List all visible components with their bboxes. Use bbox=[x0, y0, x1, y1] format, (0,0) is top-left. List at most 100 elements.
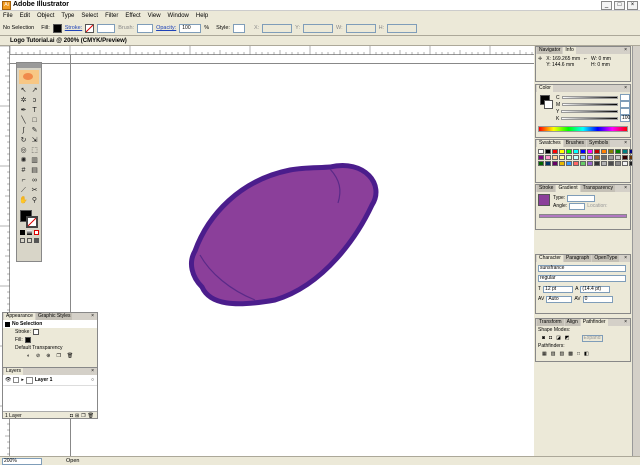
swatch-18[interactable] bbox=[566, 155, 572, 160]
rotate-tool-icon[interactable]: ↻ bbox=[19, 136, 29, 145]
swatch-8[interactable] bbox=[594, 149, 600, 154]
direct-selection-tool-icon[interactable]: ↗ bbox=[30, 86, 40, 95]
menu-select[interactable]: Select bbox=[81, 13, 98, 19]
swatch-4[interactable] bbox=[566, 149, 572, 154]
standard-mode-icon[interactable] bbox=[20, 238, 25, 243]
tab-paragraph[interactable]: Paragraph bbox=[563, 255, 592, 262]
swatch-37[interactable] bbox=[601, 161, 607, 166]
graph-tool-icon[interactable]: ▥ bbox=[30, 156, 40, 165]
slice-tool-icon[interactable]: ⟋ bbox=[19, 186, 29, 195]
new-layer-icon[interactable]: ❐ bbox=[81, 413, 85, 419]
channel-k-field[interactable]: 100 bbox=[620, 115, 630, 122]
swatch-12[interactable] bbox=[622, 149, 628, 154]
purple-shape[interactable] bbox=[180, 155, 390, 315]
delete-layer-icon[interactable]: 🗑 bbox=[88, 413, 94, 419]
stroke-weight-field[interactable] bbox=[97, 23, 116, 33]
swatch-2[interactable] bbox=[552, 149, 558, 154]
tab-brushes[interactable]: Brushes bbox=[563, 140, 587, 147]
swatch-16[interactable] bbox=[552, 155, 558, 160]
w-field[interactable] bbox=[345, 23, 376, 33]
font-style-select[interactable]: regular bbox=[538, 274, 626, 282]
channel-k-slider[interactable] bbox=[561, 117, 618, 120]
swatch-3[interactable] bbox=[559, 149, 565, 154]
toolbox-header[interactable] bbox=[17, 63, 41, 68]
swatch-36[interactable] bbox=[594, 161, 600, 166]
tab-info[interactable]: Info bbox=[563, 47, 576, 54]
swatch-20[interactable] bbox=[580, 155, 586, 160]
shape-path[interactable] bbox=[189, 163, 379, 307]
gradient-mode-icon[interactable] bbox=[27, 230, 32, 235]
swatch-grid[interactable] bbox=[536, 147, 635, 168]
tab-transparency[interactable]: Transparency bbox=[580, 185, 616, 192]
swatch-23[interactable] bbox=[601, 155, 607, 160]
lock-toggle-icon[interactable] bbox=[13, 377, 20, 383]
selection-tool-icon[interactable]: ↖ bbox=[19, 86, 29, 95]
swatch-11[interactable] bbox=[615, 149, 621, 154]
new-art-icon[interactable]: ◐ bbox=[27, 353, 30, 359]
symbol-sprayer-tool-icon[interactable]: ✺ bbox=[19, 156, 29, 165]
tab-layers[interactable]: Layers bbox=[4, 368, 24, 375]
swatch-31[interactable] bbox=[559, 161, 565, 166]
swatch-28[interactable] bbox=[538, 161, 544, 166]
pencil-tool-icon[interactable]: ✎ bbox=[30, 126, 40, 135]
stroke-label[interactable]: Stroke: bbox=[65, 25, 82, 31]
leading-field[interactable]: (14.4 pt) bbox=[580, 285, 611, 293]
swatch-15[interactable] bbox=[545, 155, 551, 160]
tab-color[interactable]: Color bbox=[537, 85, 553, 92]
swatch-38[interactable] bbox=[608, 161, 614, 166]
swatch-39[interactable] bbox=[615, 161, 621, 166]
line-tool-icon[interactable]: ╲ bbox=[19, 116, 29, 125]
channel-m-slider[interactable] bbox=[562, 103, 618, 106]
swatch-14[interactable] bbox=[538, 155, 544, 160]
lasso-tool-icon[interactable]: ↄ bbox=[30, 96, 40, 105]
fill-stroke-control[interactable] bbox=[17, 208, 41, 230]
swatch-25[interactable] bbox=[615, 155, 621, 160]
color-stroke-preview[interactable] bbox=[544, 100, 553, 109]
fill-swatch[interactable] bbox=[52, 23, 62, 33]
swatch-30[interactable] bbox=[552, 161, 558, 166]
swatch-29[interactable] bbox=[545, 161, 551, 166]
swatch-17[interactable] bbox=[559, 155, 565, 160]
opacity-label[interactable]: Opacity: bbox=[156, 25, 176, 31]
tab-symbols[interactable]: Symbols bbox=[587, 140, 611, 147]
channel-m-field[interactable] bbox=[620, 101, 630, 108]
layer-name[interactable]: Layer 1 bbox=[35, 377, 53, 383]
expand-button[interactable]: Expand bbox=[581, 334, 603, 342]
menu-view[interactable]: View bbox=[148, 13, 161, 19]
make-clipping-mask-icon[interactable]: ◘ bbox=[70, 413, 73, 419]
tab-character[interactable]: Character bbox=[537, 255, 563, 262]
scissors-tool-icon[interactable]: ✂ bbox=[30, 186, 40, 195]
gradient-angle-field[interactable] bbox=[569, 202, 586, 210]
hand-tool-icon[interactable]: ✋ bbox=[19, 196, 29, 205]
gradient-slider-bar[interactable] bbox=[539, 214, 627, 218]
font-family-select[interactable]: sunsfrance bbox=[538, 264, 626, 272]
y-field[interactable] bbox=[303, 23, 334, 33]
pathfinder-close-icon[interactable]: × bbox=[622, 319, 629, 326]
subtract-shape-icon[interactable]: ◘ bbox=[549, 335, 552, 341]
opacity-field[interactable]: 100 bbox=[179, 23, 202, 33]
channel-c-field[interactable] bbox=[620, 94, 630, 101]
swatch-19[interactable] bbox=[573, 155, 579, 160]
swatch-9[interactable] bbox=[601, 149, 607, 154]
color-spectrum-bar[interactable] bbox=[538, 126, 628, 132]
scale-tool-icon[interactable]: ⇲ bbox=[30, 136, 40, 145]
tab-pathfinder[interactable]: Pathfinder bbox=[580, 319, 608, 326]
swatches-close-icon[interactable]: × bbox=[622, 140, 629, 147]
type-tool-icon[interactable]: T bbox=[30, 106, 40, 115]
crop-icon[interactable]: ▩ bbox=[568, 351, 573, 357]
gradient-type-select[interactable] bbox=[567, 194, 596, 202]
pen-tool-icon[interactable]: ✒ bbox=[19, 106, 29, 115]
tab-transform[interactable]: Transform bbox=[537, 319, 564, 326]
swatch-0[interactable] bbox=[538, 149, 544, 154]
merge-icon[interactable]: ▨ bbox=[559, 351, 564, 357]
swatch-35[interactable] bbox=[587, 161, 593, 166]
channel-c-slider[interactable] bbox=[561, 96, 618, 99]
swatch-26[interactable] bbox=[622, 155, 628, 160]
swatch-24[interactable] bbox=[608, 155, 614, 160]
appearance-fill-swatch[interactable] bbox=[24, 337, 31, 343]
minus-back-icon[interactable]: ◧ bbox=[584, 351, 589, 357]
tab-appearance[interactable]: Appearance bbox=[4, 313, 35, 320]
menu-window[interactable]: Window bbox=[168, 13, 189, 19]
layers-close-icon[interactable]: × bbox=[89, 368, 96, 375]
tab-align[interactable]: Align bbox=[564, 319, 580, 326]
